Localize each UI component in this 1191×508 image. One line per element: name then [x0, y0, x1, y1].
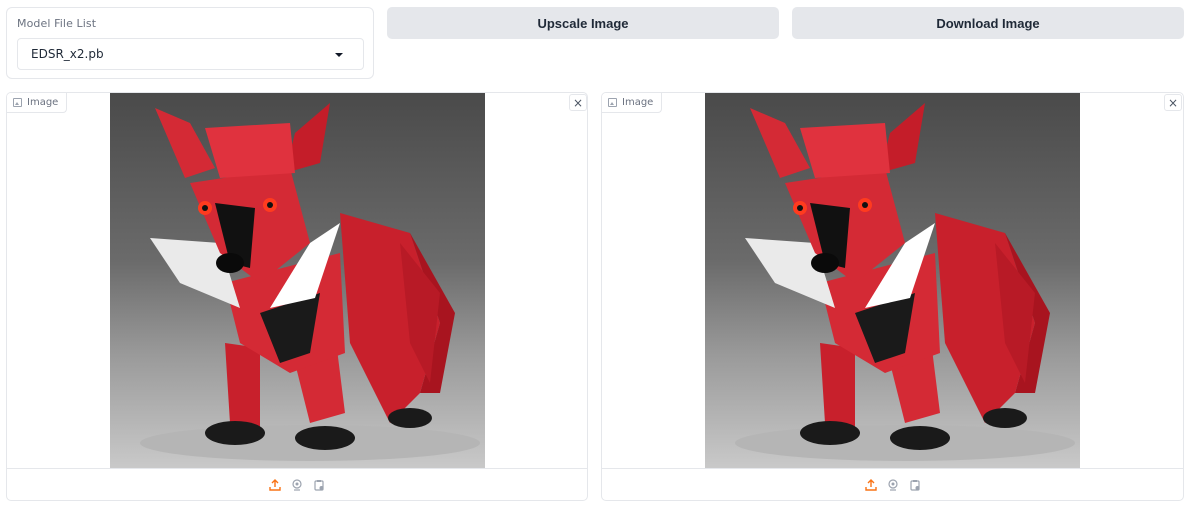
upload-icon[interactable]	[864, 478, 878, 492]
image-icon	[13, 98, 22, 107]
upscale-image-button[interactable]: Upscale Image	[387, 7, 779, 39]
close-icon: ×	[572, 95, 584, 110]
image-source-toolbar	[7, 468, 587, 500]
output-image[interactable]	[705, 93, 1080, 468]
image-label: Image	[27, 97, 59, 108]
input-image-panel: Image ×	[6, 92, 588, 501]
close-icon: ×	[1167, 95, 1179, 110]
clear-image-button[interactable]: ×	[569, 94, 587, 111]
model-file-value: EDSR_x2.pb	[31, 47, 104, 61]
app-root: Model File List EDSR_x2.pb Upscale Image…	[0, 0, 1191, 508]
image-source-toolbar	[602, 468, 1183, 500]
image-label: Image	[622, 97, 654, 108]
chevron-down-icon	[335, 53, 343, 57]
download-image-button[interactable]: Download Image	[792, 7, 1184, 39]
clear-image-button[interactable]: ×	[1164, 94, 1182, 111]
origami-wolf-image	[140, 103, 480, 461]
image-label-tag: Image	[602, 93, 663, 113]
image-icon	[608, 98, 617, 107]
clipboard-icon[interactable]	[908, 478, 922, 492]
upload-icon[interactable]	[268, 478, 282, 492]
model-file-panel: Model File List EDSR_x2.pb	[6, 7, 374, 79]
model-file-dropdown[interactable]: EDSR_x2.pb	[17, 38, 364, 70]
origami-wolf-image	[735, 103, 1075, 461]
image-label-tag: Image	[7, 93, 68, 113]
webcam-icon[interactable]	[886, 478, 900, 492]
model-file-label: Model File List	[17, 17, 97, 30]
input-image[interactable]	[110, 93, 485, 468]
webcam-icon[interactable]	[290, 478, 304, 492]
output-image-panel: Image ×	[601, 92, 1184, 501]
clipboard-icon[interactable]	[312, 478, 326, 492]
